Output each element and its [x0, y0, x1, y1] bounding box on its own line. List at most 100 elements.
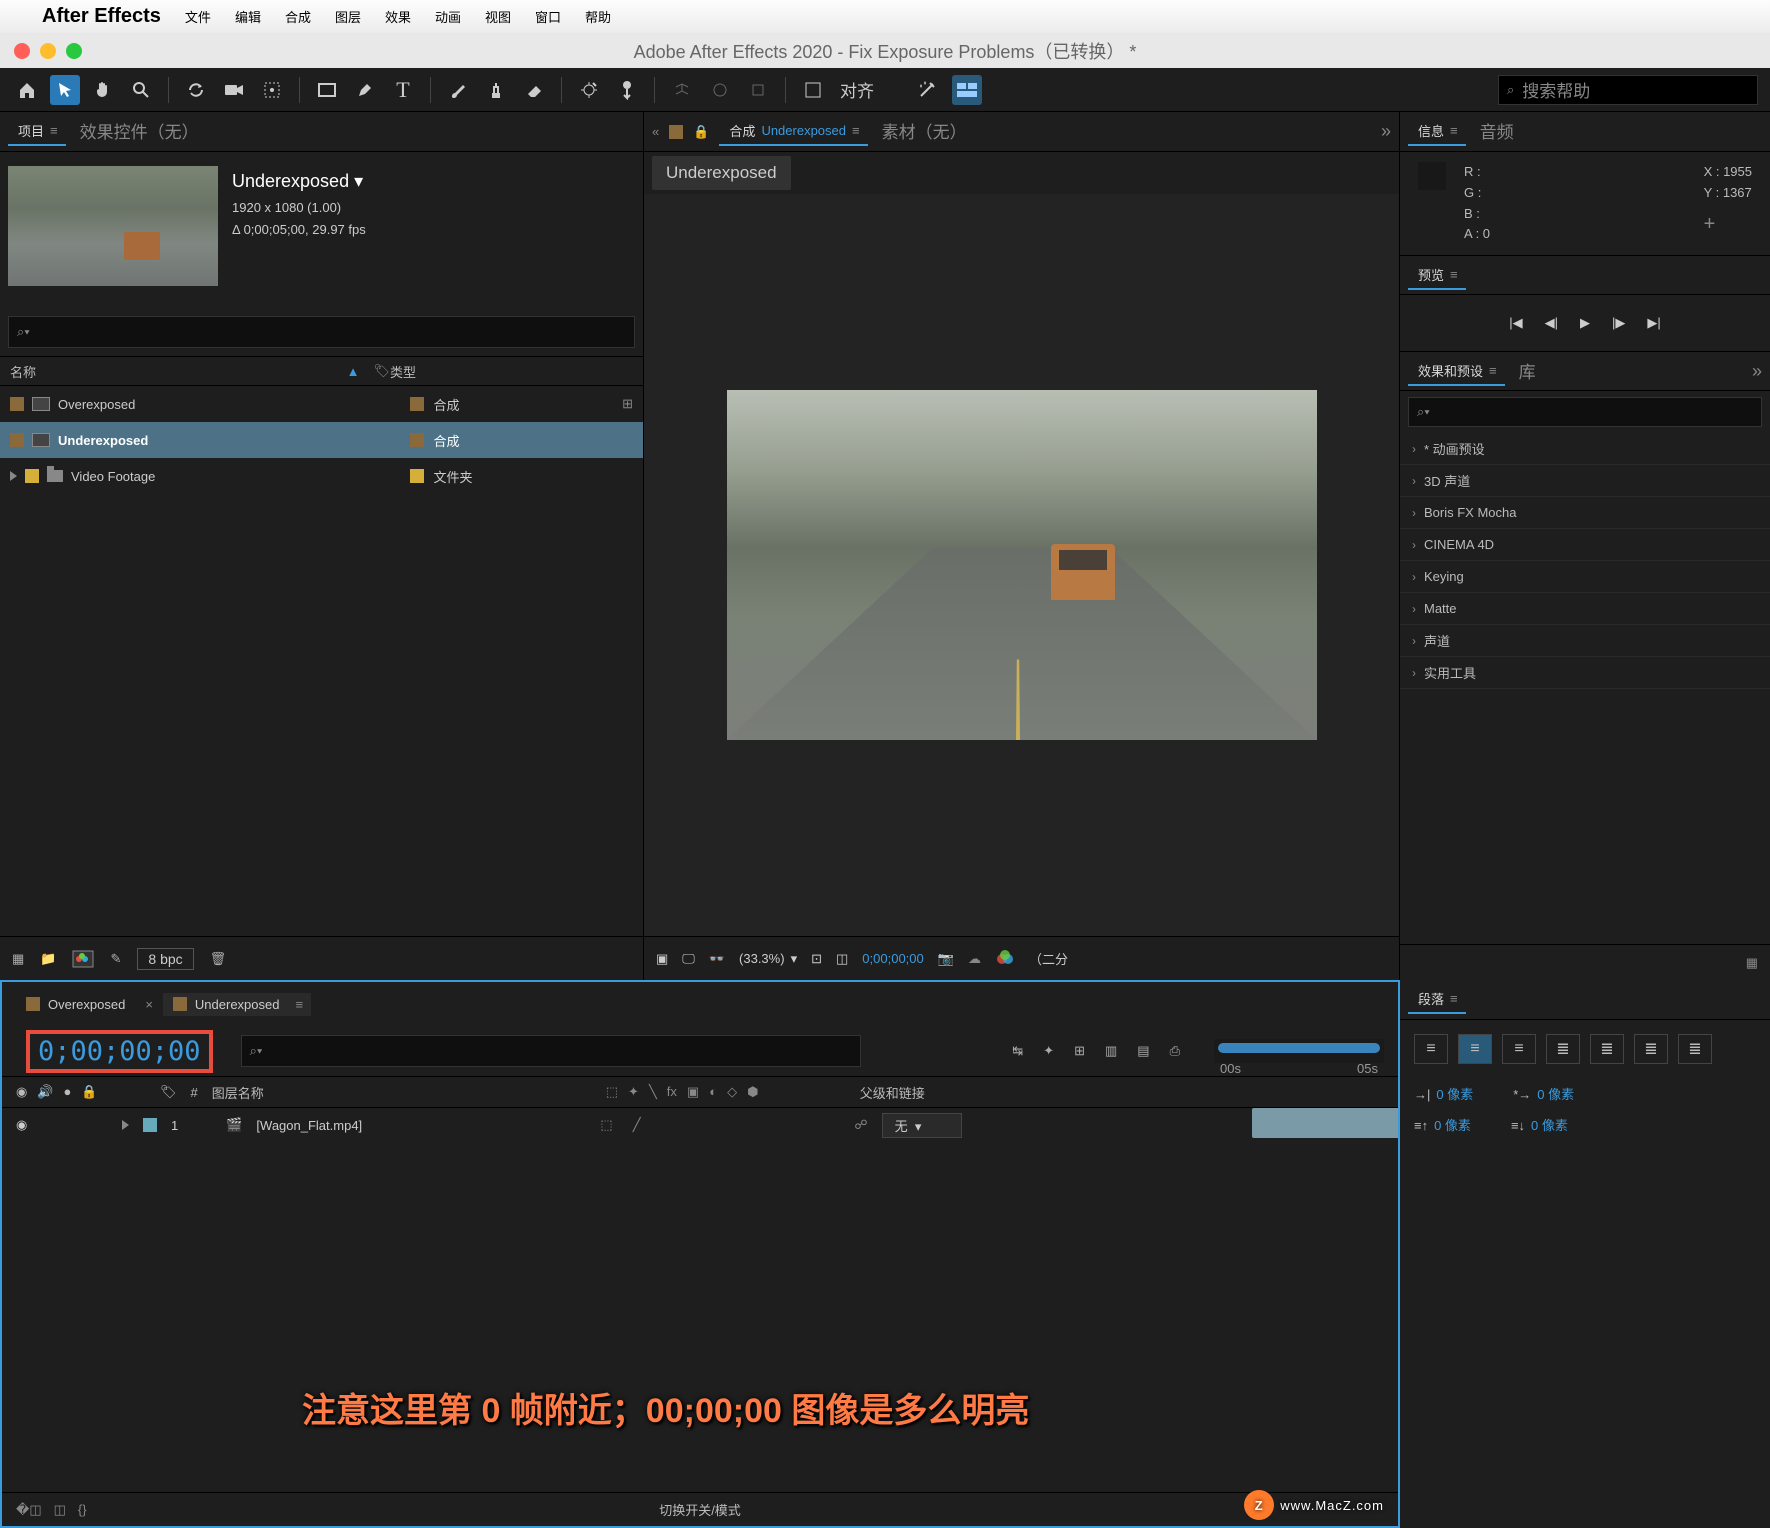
- preset-matte[interactable]: ›Matte: [1400, 593, 1770, 625]
- sort-icon[interactable]: ▲: [347, 364, 360, 379]
- justify-right-button[interactable]: ≣: [1634, 1034, 1668, 1064]
- menu-layer[interactable]: 图层: [335, 7, 361, 26]
- tab-info[interactable]: 信息≡: [1408, 117, 1466, 146]
- pickwhip-icon[interactable]: ☍: [854, 1117, 867, 1133]
- comp-subtab[interactable]: Underexposed: [652, 156, 791, 190]
- brainstorm-icon[interactable]: ⎙: [1170, 1043, 1180, 1059]
- col-parent[interactable]: 父级和链接: [860, 1083, 925, 1102]
- parent-dropdown[interactable]: 无 ▾: [882, 1113, 963, 1138]
- motion-blur-icon[interactable]: ▥: [1105, 1043, 1117, 1059]
- project-search[interactable]: ⌕▾: [8, 316, 635, 348]
- clone-stamp-tool[interactable]: [481, 75, 511, 105]
- comp-name[interactable]: Underexposed ▾: [232, 166, 366, 197]
- project-item-underexposed[interactable]: Underexposed 合成: [0, 422, 643, 458]
- tab-audio[interactable]: 音频: [1470, 114, 1524, 149]
- wand-icon[interactable]: [912, 75, 942, 105]
- workspace-icon[interactable]: [952, 75, 982, 105]
- justify-center-button[interactable]: ≣: [1590, 1034, 1624, 1064]
- menu-window[interactable]: 窗口: [535, 7, 561, 26]
- preset-boris[interactable]: ›Boris FX Mocha: [1400, 497, 1770, 529]
- toggle-icon-3[interactable]: {}: [78, 1502, 87, 1518]
- timeline-tab-underexposed[interactable]: Underexposed≡: [163, 993, 311, 1016]
- col-layer-name[interactable]: 图层名称: [212, 1083, 592, 1102]
- space-after[interactable]: ≡↓0 像素: [1511, 1115, 1568, 1134]
- graph-editor-icon[interactable]: ▤: [1137, 1043, 1149, 1059]
- layer-clip[interactable]: [1252, 1108, 1398, 1138]
- menu-file[interactable]: 文件: [185, 7, 211, 26]
- region-icon[interactable]: ◫: [836, 951, 848, 967]
- draft3d-icon[interactable]: ✦: [1043, 1043, 1054, 1059]
- align-left-button[interactable]: ≡: [1414, 1034, 1448, 1064]
- zoom-dropdown[interactable]: (33.3%)▾: [739, 951, 797, 967]
- tab-paragraph[interactable]: 段落≡: [1408, 985, 1466, 1014]
- camera-tool[interactable]: [219, 75, 249, 105]
- preset-c4d[interactable]: ›CINEMA 4D: [1400, 529, 1770, 561]
- menu-effect[interactable]: 效果: [385, 7, 411, 26]
- new-bin-icon[interactable]: ▦: [1746, 955, 1758, 971]
- zoom-window-button[interactable]: [66, 43, 82, 59]
- monitor-icon[interactable]: 🖵: [682, 951, 695, 967]
- menu-help[interactable]: 帮助: [585, 7, 611, 26]
- tab-composition[interactable]: 合成 Underexposed ≡: [719, 117, 867, 146]
- close-tab-icon[interactable]: ×: [145, 997, 153, 1012]
- flowchart-icon[interactable]: ⊞: [622, 396, 633, 412]
- justify-left-button[interactable]: ≣: [1546, 1034, 1580, 1064]
- pen-icon[interactable]: ✎: [110, 951, 121, 967]
- timecode-display[interactable]: 0;00;00;00: [862, 951, 923, 966]
- menu-composition[interactable]: 合成: [285, 7, 311, 26]
- channel-icon[interactable]: ☁: [968, 951, 981, 967]
- toggle-icon-2[interactable]: ◫: [54, 1502, 66, 1518]
- pan-behind-tool[interactable]: [257, 75, 287, 105]
- close-window-button[interactable]: [14, 43, 30, 59]
- tag-icon[interactable]: 🏷: [160, 1084, 177, 1100]
- timeline-body[interactable]: ◉ 1 🎬 [Wagon_Flat.mp4] ⬚╱ ☍ 无 ▾ 注意这里第 0 …: [2, 1108, 1398, 1492]
- new-folder-icon[interactable]: 📁: [40, 951, 56, 967]
- selection-tool[interactable]: [50, 75, 80, 105]
- hand-tool[interactable]: [88, 75, 118, 105]
- align-right-button[interactable]: ≡: [1502, 1034, 1536, 1064]
- 3d-tool-3[interactable]: [743, 75, 773, 105]
- work-area-bar[interactable]: 00s 05s: [1214, 1039, 1384, 1063]
- menu-edit[interactable]: 编辑: [235, 7, 261, 26]
- align-center-button[interactable]: ≡: [1458, 1034, 1492, 1064]
- composition-viewer[interactable]: [644, 194, 1399, 936]
- lock-icon[interactable]: 🔒: [693, 124, 709, 140]
- switch-mode-label[interactable]: 切换开关/模式: [659, 1500, 741, 1519]
- resolution-label[interactable]: （二分: [1029, 949, 1068, 968]
- col-type[interactable]: 类型: [390, 362, 416, 381]
- tab-effect-controls[interactable]: 效果控件（无）: [70, 114, 209, 149]
- preset-3d-channel[interactable]: ›3D 声道: [1400, 465, 1770, 497]
- 3d-tool-2[interactable]: [705, 75, 735, 105]
- mask-icon[interactable]: 👓: [709, 951, 725, 967]
- tab-preview[interactable]: 预览≡: [1408, 261, 1466, 290]
- display-icon[interactable]: ▣: [656, 951, 668, 967]
- minimize-window-button[interactable]: [40, 43, 56, 59]
- project-item-overexposed[interactable]: Overexposed 合成 ⊞: [0, 386, 643, 422]
- rectangle-tool[interactable]: [312, 75, 342, 105]
- toggle-icon[interactable]: �◫: [16, 1502, 42, 1518]
- brush-tool[interactable]: [443, 75, 473, 105]
- shy-icon[interactable]: ↹: [1012, 1043, 1023, 1059]
- visibility-icon[interactable]: ◉: [16, 1117, 34, 1133]
- color-mgmt-icon[interactable]: [995, 949, 1015, 969]
- prev-frame-button[interactable]: ◀|: [1545, 315, 1558, 331]
- chevron-right-icon[interactable]: »: [1752, 361, 1762, 382]
- expand-icon[interactable]: [10, 471, 17, 481]
- tab-project[interactable]: 项目≡: [8, 117, 66, 146]
- chevron-right-icon[interactable]: »: [1381, 121, 1391, 142]
- last-frame-button[interactable]: ▶|: [1647, 315, 1660, 331]
- menu-view[interactable]: 视图: [485, 7, 511, 26]
- switch-icon[interactable]: ⬚: [606, 1084, 618, 1100]
- space-before[interactable]: ≡↑0 像素: [1414, 1115, 1471, 1134]
- next-frame-button[interactable]: |▶: [1612, 315, 1625, 331]
- first-frame-button[interactable]: |◀: [1509, 315, 1522, 331]
- eraser-tool[interactable]: [519, 75, 549, 105]
- audio-toggle-icon[interactable]: 🔊: [37, 1084, 53, 1100]
- preset-channel[interactable]: ›声道: [1400, 625, 1770, 657]
- home-button[interactable]: [12, 75, 42, 105]
- video-toggle-icon[interactable]: ◉: [16, 1084, 27, 1100]
- snapshot-icon[interactable]: 📷: [938, 951, 954, 967]
- roto-brush-tool[interactable]: [574, 75, 604, 105]
- lock-toggle-icon[interactable]: 🔒: [81, 1084, 97, 1100]
- puppet-pin-tool[interactable]: [612, 75, 642, 105]
